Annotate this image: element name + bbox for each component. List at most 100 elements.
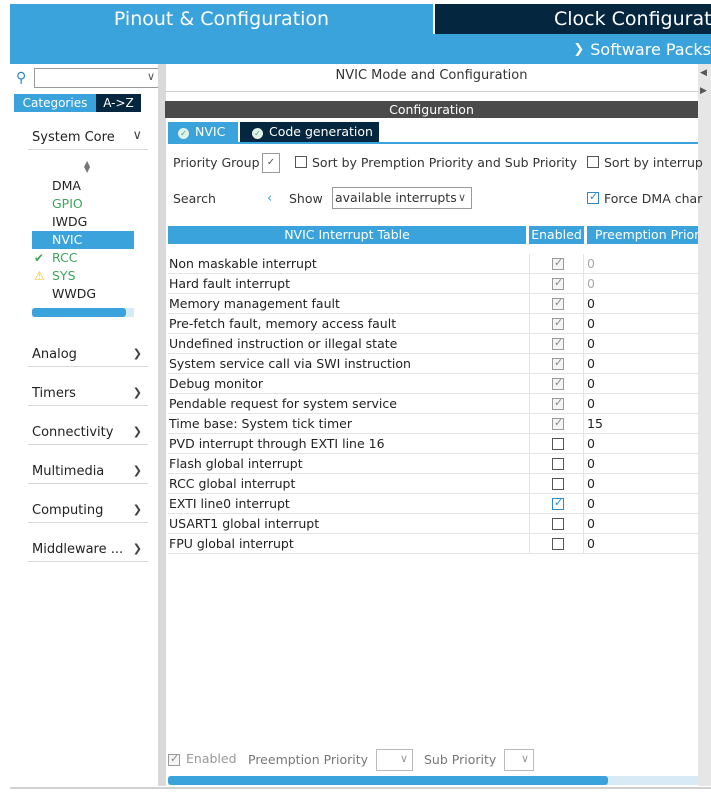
software-packs-menu[interactable]: ❯ Software Packs [573, 34, 711, 64]
table-row[interactable]: Non maskable interrupt 0 [168, 254, 698, 274]
search-input[interactable]: ∨ [34, 68, 159, 88]
enabled-checkbox[interactable] [168, 752, 180, 766]
top-tab-bar: Pinout & Configuration Clock Configurati [10, 4, 711, 34]
table-row[interactable]: Flash global interrupt 0 [168, 454, 698, 474]
table-row[interactable]: Memory management fault 0 [168, 294, 698, 314]
chevron-down-icon: ∨ [520, 752, 529, 765]
preemption-priority-value: 0 [587, 516, 595, 531]
sort-interrupt-checkbox[interactable] [587, 156, 599, 168]
preemption-priority-value: 0 [587, 316, 595, 331]
enabled-checkbox[interactable] [552, 496, 564, 510]
category-analog[interactable]: Analog ❯ [28, 345, 148, 367]
column-header-interrupt[interactable]: NVIC Interrupt Table [168, 226, 526, 244]
enabled-cell [529, 474, 584, 494]
enabled-checkbox[interactable] [552, 478, 564, 490]
system-core-item-iwdg[interactable]: IWDG [32, 213, 134, 231]
interrupt-name: Pendable request for system service [169, 396, 397, 411]
category-computing[interactable]: Computing ❯ [28, 501, 148, 523]
table-row[interactable]: System service call via SWI instruction 0 [168, 354, 698, 374]
selection-controls: Enabled Preemption Priority ∨ Sub Priori… [168, 748, 701, 772]
category-system-core[interactable]: System Core ∨ [28, 128, 148, 150]
enabled-cell [529, 354, 584, 374]
category-timers[interactable]: Timers ❯ [28, 384, 148, 406]
interrupt-name: Hard fault interrupt [169, 276, 291, 291]
show-select[interactable]: available interrupts ∨ [332, 187, 472, 209]
software-packs-label: Software Packs [590, 39, 711, 59]
force-dma-checkbox[interactable] [587, 190, 599, 204]
collapse-icon[interactable]: ◀ [700, 68, 707, 78]
preemption-priority-value: 0 [587, 476, 595, 491]
tab-categories[interactable]: Categories [14, 94, 96, 112]
sub-priority-select[interactable]: ∨ [504, 749, 534, 771]
category-label: Computing [32, 503, 104, 518]
enabled-checkbox[interactable] [552, 538, 564, 550]
chevron-down-icon: ∨ [399, 752, 408, 765]
chevron-right-icon: ❯ [132, 542, 142, 555]
table-row[interactable]: PVD interrupt through EXTI line 16 0 [168, 434, 698, 454]
category-search: ⚲ ∨ [16, 67, 162, 89]
expand-icon[interactable]: ▶ [700, 86, 707, 96]
sort-icon[interactable]: ▲ ▼ [84, 160, 90, 174]
category-connectivity[interactable]: Connectivity ❯ [28, 423, 148, 445]
enabled-cell [529, 494, 584, 514]
chevron-down-icon: ∨ [132, 128, 142, 143]
table-row[interactable]: Hard fault interrupt 0 [168, 274, 698, 294]
enabled-cell [529, 314, 584, 334]
check-icon: ✔ [34, 251, 45, 265]
enabled-cell [529, 534, 584, 554]
table-row[interactable]: RCC global interrupt 0 [168, 474, 698, 494]
system-core-item-rcc[interactable]: ✔ RCC [32, 249, 134, 267]
category-multimedia[interactable]: Multimedia ❯ [28, 462, 148, 484]
system-core-item-label: SYS [52, 268, 76, 283]
tab-code-generation-label: Code generation [269, 124, 373, 139]
sort-preemption-checkbox[interactable] [295, 156, 307, 168]
table-row[interactable]: Pre-fetch fault, memory access fault 0 [168, 314, 698, 334]
divider [10, 787, 711, 789]
tab-clock-configuration[interactable]: Clock Configurati [435, 4, 711, 34]
table-row[interactable]: Pendable request for system service 0 [168, 394, 698, 414]
category-label: Middleware ... [32, 542, 124, 557]
system-core-item-nvic[interactable]: NVIC [32, 231, 134, 249]
system-core-scrollbar[interactable] [32, 308, 134, 317]
tab-a-to-z[interactable]: A->Z [96, 94, 141, 112]
column-header-enabled[interactable]: Enabled [529, 226, 584, 244]
check-circle-icon: ✓ [252, 128, 263, 139]
system-core-item-wwdg[interactable]: WWDG [32, 285, 134, 303]
software-packs-bar: ❯ Software Packs [10, 34, 711, 64]
chevron-down-icon: ∨ [457, 191, 466, 204]
chevron-down-icon[interactable]: ∨ [147, 70, 155, 83]
category-middleware[interactable]: Middleware ... ❯ [28, 540, 148, 562]
table-row[interactable]: Time base: System tick timer 15 [168, 414, 698, 434]
preemption-priority-select[interactable]: ∨ [376, 749, 413, 771]
tab-nvic[interactable]: ✓ NVIC [168, 122, 238, 142]
table-row[interactable]: FPU global interrupt 0 [168, 534, 698, 554]
search-field-icon[interactable]: ‹ [267, 191, 272, 206]
table-row[interactable]: EXTI line0 interrupt 0 [168, 494, 698, 514]
column-header-preemption[interactable]: Preemption Prior [587, 226, 698, 244]
category-label: Analog [32, 347, 77, 362]
enabled-checkbox[interactable] [552, 438, 564, 450]
interrupt-name: USART1 global interrupt [169, 516, 320, 531]
horizontal-scrollbar[interactable] [168, 776, 698, 785]
tab-code-generation[interactable]: ✓ Code generation [240, 122, 379, 142]
table-row[interactable]: Debug monitor 0 [168, 374, 698, 394]
nvic-table-body: Non maskable interrupt0Hard fault interr… [168, 254, 698, 554]
enabled-checkbox[interactable] [552, 518, 564, 530]
table-row[interactable]: USART1 global interrupt 0 [168, 514, 698, 534]
scrollbar-thumb[interactable] [32, 308, 126, 317]
tab-pinout-configuration[interactable]: Pinout & Configuration [10, 4, 433, 34]
table-row[interactable]: Undefined instruction or illegal state 0 [168, 334, 698, 354]
enabled-checkbox[interactable] [552, 458, 564, 470]
scrollbar-thumb[interactable] [168, 776, 608, 785]
system-core-item-sys[interactable]: ⚠ SYS [32, 267, 134, 285]
system-core-item-gpio[interactable]: GPIO [32, 195, 134, 213]
system-core-item-label: RCC [52, 250, 78, 265]
divider [165, 91, 698, 92]
collapse-strip[interactable]: ◀ ▶ [698, 64, 711, 786]
chevron-down-icon: ❯ [573, 41, 585, 57]
search-icon[interactable]: ⚲ [16, 67, 34, 89]
system-core-item-dma[interactable]: DMA [32, 177, 134, 195]
check-circle-icon: ✓ [178, 128, 189, 139]
priority-group-select[interactable]: ✓ [262, 153, 280, 173]
enabled-checkbox [552, 416, 564, 430]
